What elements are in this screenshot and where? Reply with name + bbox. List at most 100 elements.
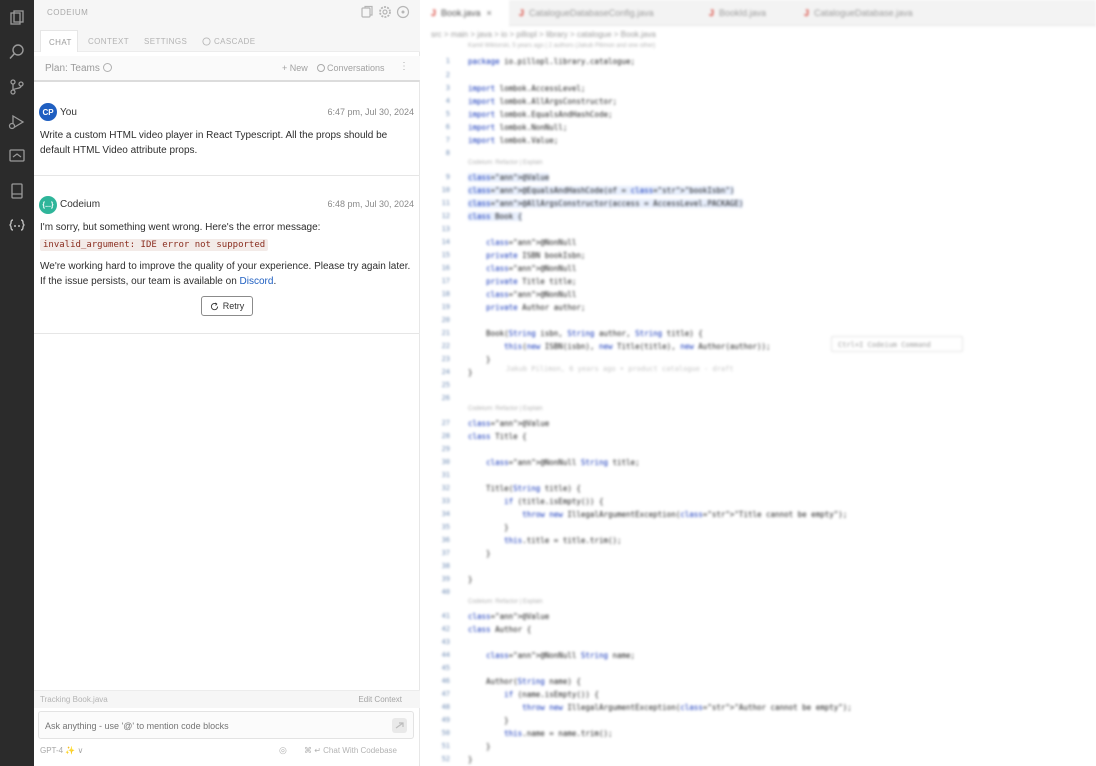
code-line: class Author { (468, 625, 532, 634)
code-line: class="ann">@NonNull (486, 264, 577, 273)
retry-button[interactable]: Retry (201, 296, 253, 316)
chat-input-box (38, 711, 414, 739)
code-line: import lombok.AccessLevel; (468, 84, 586, 93)
tab-chat[interactable]: CHAT (40, 30, 78, 52)
editor-tab-book[interactable]: J Book.java × (421, 0, 509, 26)
code-line: class="ann">@NonNull String name; (486, 651, 636, 660)
error-body-text: We're working hard to improve the qualit… (40, 261, 411, 287)
send-button[interactable] (392, 718, 407, 733)
line-number: 24 (441, 368, 450, 376)
line-number: 10 (441, 186, 450, 194)
java-file-icon: J (519, 8, 525, 18)
code-line: class="ann">@EqualsAndHashCode(of = clas… (468, 186, 735, 195)
settings-icon[interactable] (378, 5, 392, 19)
editor-tab-bookid[interactable]: J BookId.java (699, 0, 794, 26)
codelens-actions[interactable]: Codeium: Refactor | Explain (468, 406, 543, 412)
line-number: 5 (445, 110, 450, 118)
line-number: 28 (441, 432, 450, 440)
remote-icon[interactable] (7, 146, 27, 166)
editor-tab-database[interactable]: J CatalogueDatabase.java (794, 0, 944, 26)
message-text: Write a custom HTML video player in Reac… (40, 130, 388, 156)
code-line: class="ann">@AllArgsConstructor(access =… (468, 199, 744, 208)
line-number: 37 (441, 549, 450, 557)
line-number: 39 (441, 575, 450, 583)
tab-label: CatalogueDatabaseConfig.java (529, 8, 654, 18)
line-number: 17 (441, 277, 450, 285)
code-line: Title(String title) { (468, 484, 581, 493)
code-line: } (468, 742, 491, 751)
sender-name: Codeium (60, 199, 101, 210)
copy-icon[interactable] (360, 5, 374, 19)
line-number: 23 (441, 355, 450, 363)
breadcrumb[interactable]: src > main > java > io > pillopl > libra… (431, 30, 656, 39)
editor-tab-config[interactable]: J CatalogueDatabaseConfig.java (509, 0, 699, 26)
new-conversation-button[interactable]: + New (282, 63, 308, 73)
code-line: Author(String name) { (468, 677, 581, 686)
code-line: } (468, 755, 473, 764)
avatar: CP (39, 103, 57, 121)
chat-with-codebase-button[interactable]: ⌘ ↵ Chat With Codebase (304, 746, 397, 755)
discord-link[interactable]: Discord (240, 276, 274, 287)
more-options-icon[interactable]: ⋮ (399, 61, 409, 72)
codelens-actions[interactable]: Codeium: Refactor | Explain (468, 599, 543, 605)
tab-cascade[interactable]: CASCADE (194, 30, 263, 52)
plan-text: Plan: Teams (45, 63, 100, 74)
files-icon[interactable] (7, 8, 27, 28)
source-control-icon[interactable] (7, 77, 27, 97)
chat-input[interactable] (45, 718, 375, 733)
search-icon[interactable] (7, 42, 27, 62)
line-number: 41 (441, 612, 450, 620)
line-number: 42 (441, 625, 450, 633)
line-number: 35 (441, 523, 450, 531)
activity-bar (0, 0, 34, 766)
inline-command-hint[interactable]: Ctrl+I Codeium Command (831, 336, 963, 352)
bookmark-icon[interactable] (7, 181, 27, 201)
model-select[interactable]: GPT-4 ✨ ∨ (40, 746, 83, 755)
editor-tabs: J Book.java × J CatalogueDatabaseConfig.jav… (421, 0, 1096, 26)
tab-settings[interactable]: SETTINGS (136, 30, 195, 52)
codeium-icon[interactable] (7, 215, 27, 235)
code-line: throw new IllegalArgumentException(class… (522, 510, 848, 519)
line-number: 43 (441, 638, 450, 646)
conversations-button[interactable]: Conversations (317, 63, 385, 73)
line-number: 7 (445, 136, 450, 144)
code-line: this.name = name.trim(); (504, 729, 613, 738)
cascade-icon (202, 37, 211, 46)
code-line: class="ann">@Value (468, 419, 550, 428)
error-code: invalid_argument: IDE error not supporte… (40, 239, 269, 251)
chat-message-user: CP You 6:47 pm, Jul 30, 2024 Write a cus… (34, 96, 420, 176)
codeium-chat-panel: CODEIUM CHAT CONTEXT SETTINGS CASCADE Pl… (34, 0, 420, 766)
line-number: 16 (441, 264, 450, 272)
code-line: class="ann">@NonNull (486, 238, 577, 247)
plan-label: Plan: Teams (45, 63, 112, 74)
timestamp: 6:47 pm, Jul 30, 2024 (327, 107, 414, 117)
code-line: if (name.isEmpty()) { (504, 690, 599, 699)
java-file-icon: J (431, 8, 437, 18)
edit-context-button[interactable]: Edit Context (358, 695, 402, 704)
line-number: 32 (441, 484, 450, 492)
tracking-text: Tracking Book.java (40, 695, 108, 704)
run-debug-icon[interactable] (7, 112, 27, 132)
code-line: this.title = title.trim(); (504, 536, 622, 545)
tab-context[interactable]: CONTEXT (80, 30, 137, 52)
panel-header: CODEIUM (34, 0, 420, 26)
line-number: 20 (441, 316, 450, 324)
line-number: 31 (441, 471, 450, 479)
tab-label: BookId.java (719, 8, 767, 18)
code-line: private Author author; (486, 303, 586, 312)
mention-icon[interactable]: ◎ (279, 745, 287, 756)
codeium-avatar: {...} (39, 196, 57, 214)
line-number: 3 (445, 84, 450, 92)
java-file-icon: J (804, 8, 810, 18)
codelens-actions[interactable]: Codeium: Refactor | Explain (468, 160, 543, 166)
timestamp: 6:48 pm, Jul 30, 2024 (327, 199, 414, 209)
help-icon[interactable] (396, 5, 410, 19)
code-line: import lombok.NonNull; (468, 123, 568, 132)
code-line: if (title.isEmpty()) { (504, 497, 604, 506)
line-number: 30 (441, 458, 450, 466)
code-line: this(new ISBN(isbn), new Title(title), n… (504, 342, 771, 351)
close-icon[interactable]: × (487, 8, 492, 18)
line-number: 47 (441, 690, 450, 698)
line-number: 2 (445, 71, 450, 79)
info-icon (102, 63, 112, 72)
